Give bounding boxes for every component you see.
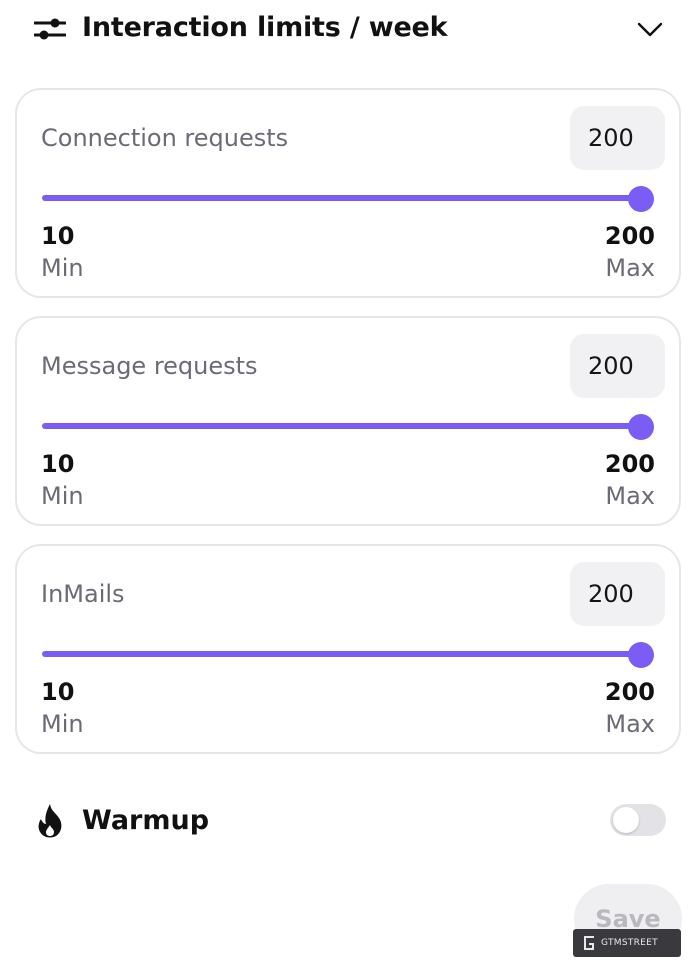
warmup-toggle[interactable] — [610, 804, 666, 836]
limit-label: InMails — [41, 580, 125, 608]
slider-min-label: Min — [41, 254, 84, 282]
slider-max-label: Max — [605, 482, 655, 510]
watermark: GTMSTREET — [573, 929, 681, 957]
limit-card-inmails: InMails 200 10 200 Min Max — [15, 544, 681, 754]
slider-thumb[interactable] — [628, 414, 654, 440]
limit-label: Message requests — [41, 352, 258, 380]
chevron-down-icon[interactable] — [636, 18, 664, 40]
limit-value-input[interactable]: 200 — [570, 334, 665, 398]
watermark-text: GTMSTREET — [601, 938, 658, 948]
slider-thumb[interactable] — [628, 642, 654, 668]
slider-min-value: 10 — [41, 450, 75, 478]
section-header[interactable]: Interaction limits / week — [0, 0, 696, 60]
slider-min-label: Min — [41, 482, 84, 510]
slider-max-label: Max — [605, 710, 655, 738]
slider-max-value: 200 — [604, 678, 655, 706]
slider-min-label: Min — [41, 710, 84, 738]
gtmstreet-logo-icon — [584, 936, 594, 950]
slider-max-value: 200 — [604, 222, 655, 250]
limit-value-input[interactable]: 200 — [570, 106, 665, 170]
limit-card-connection-requests: Connection requests 200 10 200 Min Max — [15, 88, 681, 298]
slider-track[interactable] — [42, 195, 642, 201]
limit-value-input[interactable]: 200 — [570, 562, 665, 626]
warmup-label: Warmup — [82, 805, 210, 836]
slider-min-value: 10 — [41, 678, 75, 706]
section-title: Interaction limits / week — [82, 12, 448, 43]
slider-track[interactable] — [42, 423, 642, 429]
limit-card-message-requests: Message requests 200 10 200 Min Max — [15, 316, 681, 526]
slider-thumb[interactable] — [628, 186, 654, 212]
fire-icon — [38, 804, 62, 838]
slider-max-value: 200 — [604, 450, 655, 478]
sliders-icon — [34, 18, 66, 40]
warmup-row: Warmup — [0, 795, 696, 851]
slider-max-label: Max — [605, 254, 655, 282]
limit-label: Connection requests — [41, 124, 289, 152]
slider-track[interactable] — [42, 651, 642, 657]
toggle-knob — [613, 807, 639, 833]
slider-min-value: 10 — [41, 222, 75, 250]
